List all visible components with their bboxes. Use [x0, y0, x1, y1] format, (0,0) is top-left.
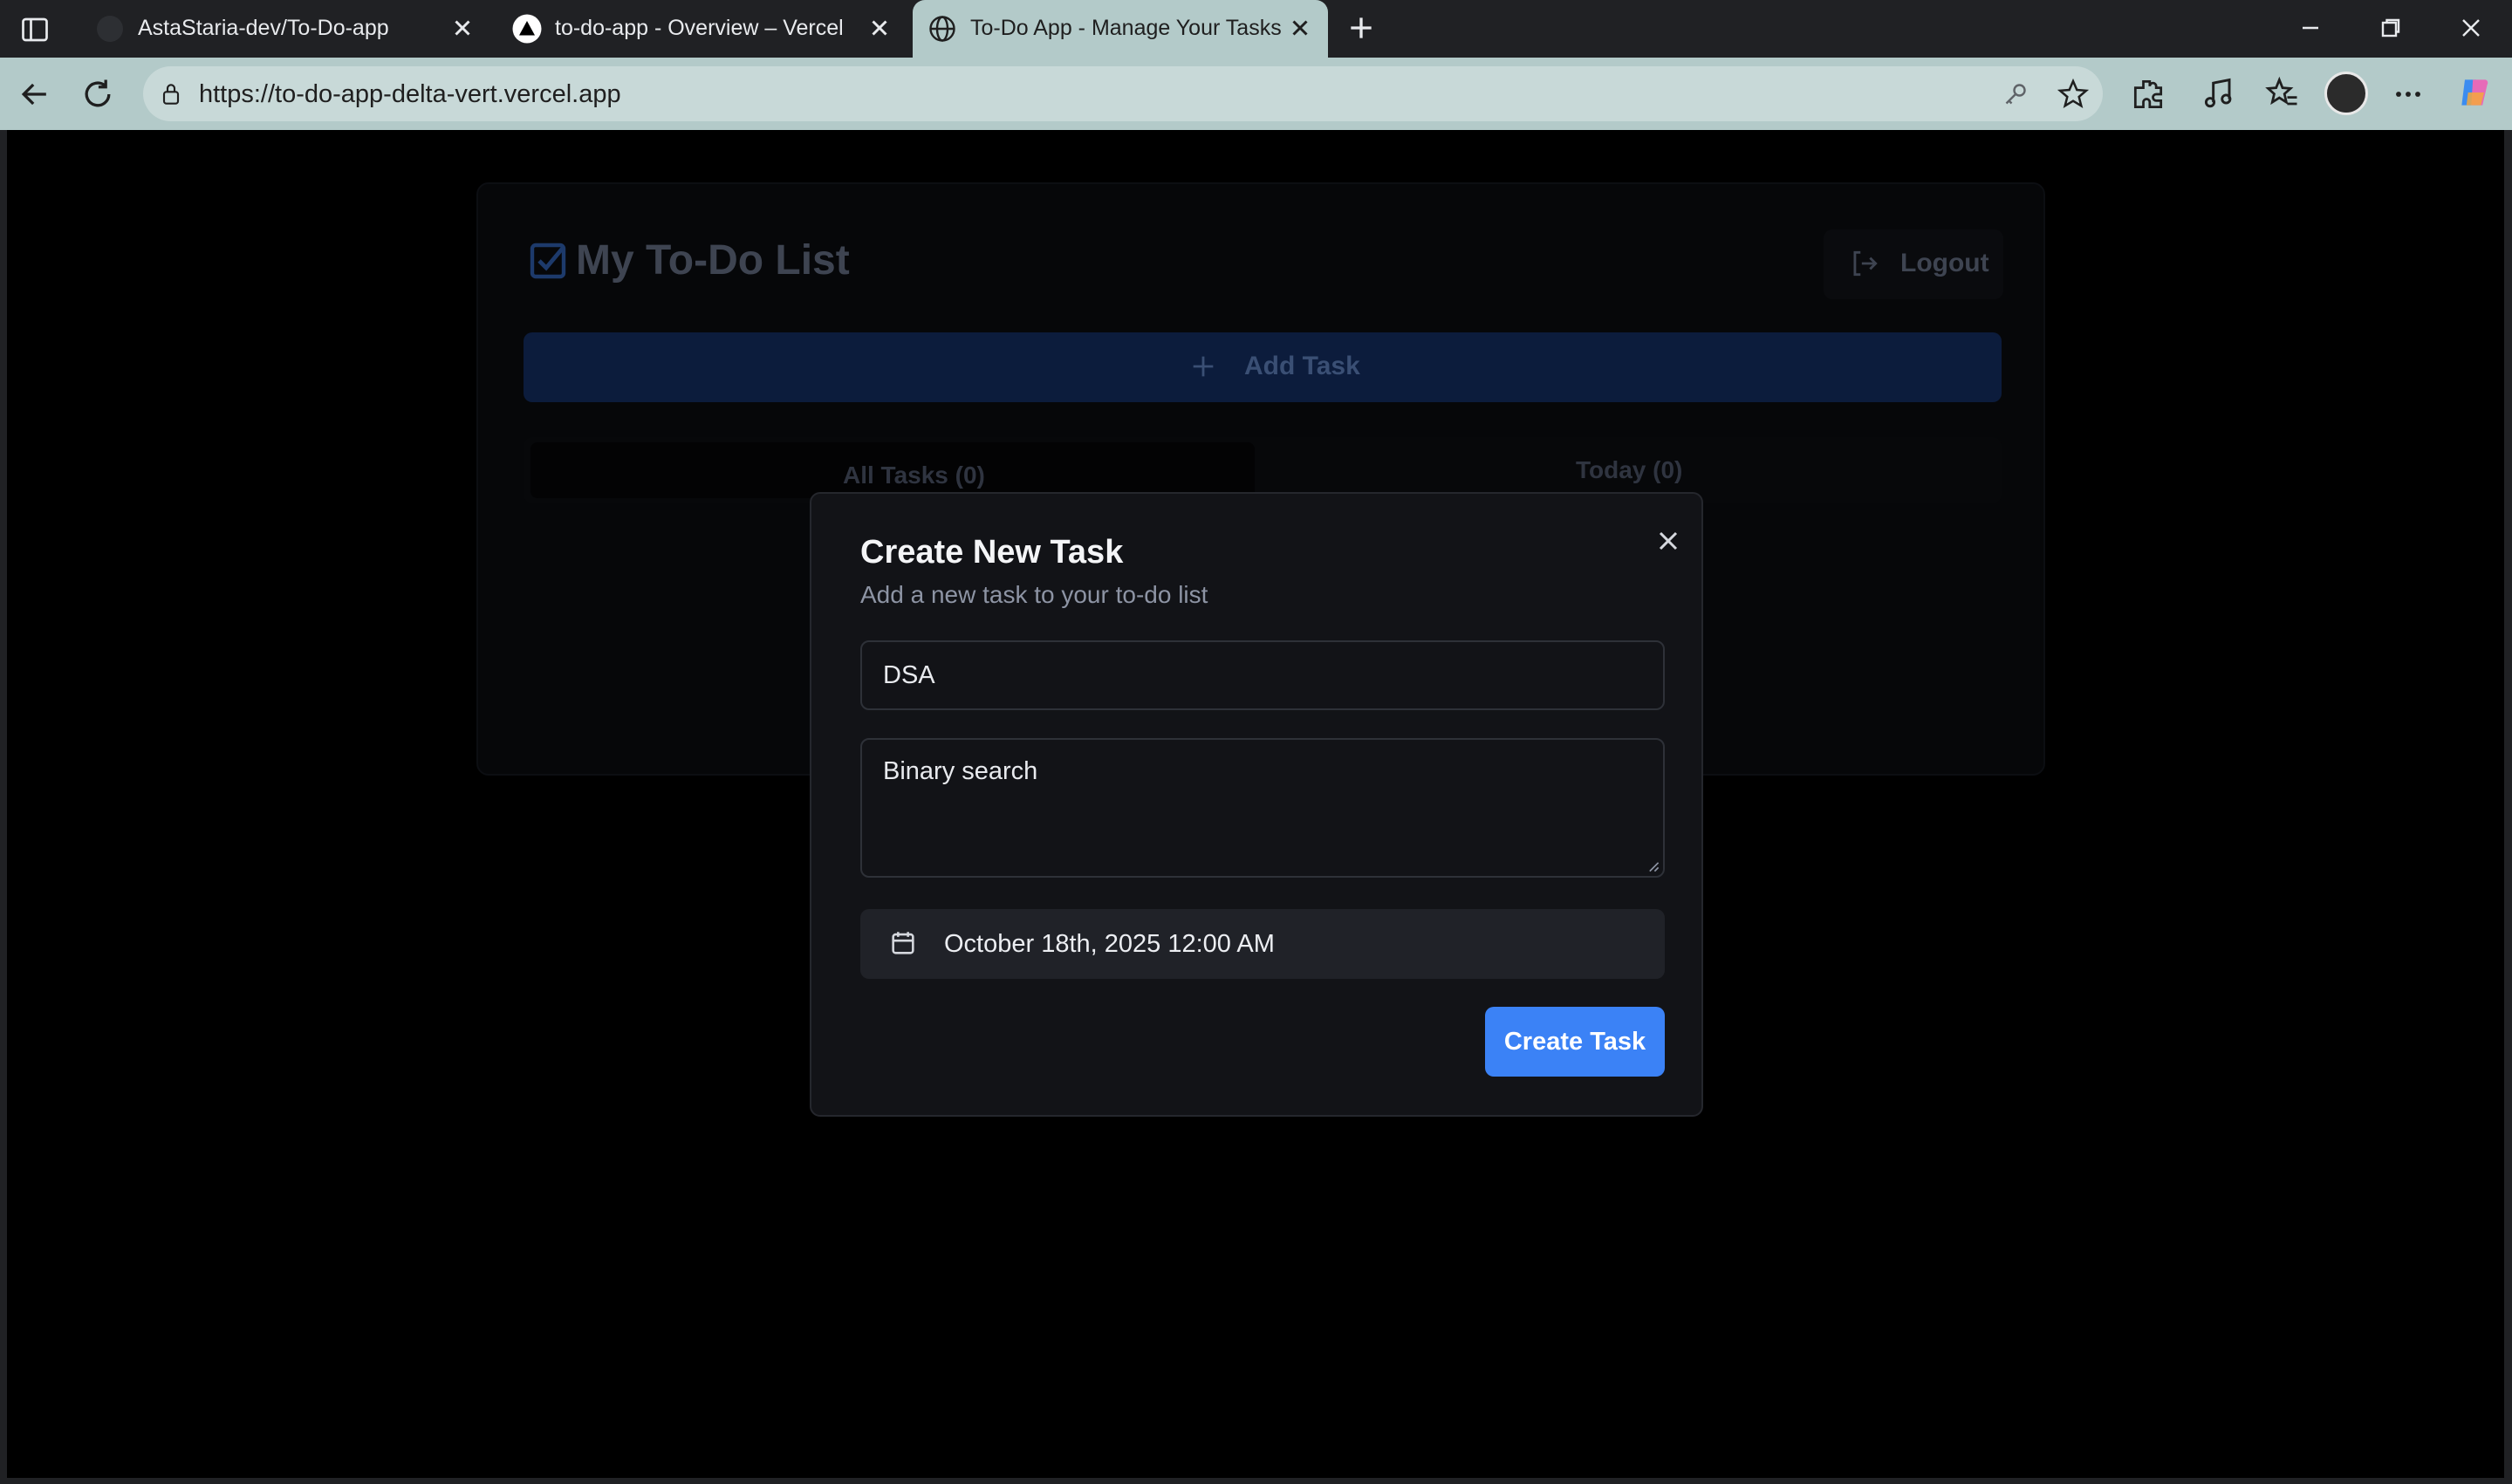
app-title: My To-Do List [576, 237, 850, 284]
create-task-dialog: Create New Task Add a new task to your t… [810, 492, 1703, 1117]
dialog-title: Create New Task [860, 534, 1124, 571]
globe-icon [929, 16, 955, 42]
new-tab-icon[interactable] [1344, 10, 1379, 45]
task-title-input[interactable] [862, 642, 1663, 708]
browser-tab-strip: AstaStaria-dev/To-Do-app to-do-app - Ove… [0, 0, 2512, 58]
tab-github[interactable]: AstaStaria-dev/To-Do-app [80, 0, 490, 58]
tab-title: to-do-app - Overview – Vercel [555, 16, 844, 40]
site-info-lock-icon[interactable] [157, 80, 185, 108]
close-tab-icon[interactable] [447, 12, 478, 44]
profile-avatar[interactable] [2324, 72, 2368, 115]
sidebar-toggle-icon[interactable] [19, 14, 51, 45]
due-date-label: October 18th, 2025 12:00 AM [944, 930, 1275, 958]
plus-icon [1193, 356, 1214, 377]
tab-title: To-Do App - Manage Your Tasks [970, 16, 1282, 40]
logout-label: Logout [1900, 249, 1989, 277]
calendar-icon [892, 932, 914, 954]
due-date-picker-button[interactable]: October 18th, 2025 12:00 AM [860, 909, 1665, 979]
media-control-icon[interactable] [2201, 75, 2239, 113]
close-tab-icon[interactable] [1284, 12, 1316, 44]
favorites-icon[interactable] [2263, 75, 2302, 113]
close-tab-icon[interactable] [864, 12, 895, 44]
task-description-input[interactable]: Binary search [862, 740, 1663, 876]
task-description-field[interactable]: Binary search [860, 738, 1665, 878]
tab-title: AstaStaria-dev/To-Do-app [138, 16, 389, 40]
browser-toolbar: https://to-do-app-delta-vert.vercel.app [0, 58, 2512, 130]
resize-grip-icon[interactable] [1647, 860, 1660, 872]
logout-icon [1853, 250, 1878, 277]
extensions-icon[interactable] [2129, 75, 2167, 113]
tab-all-tasks[interactable]: All Tasks (0) [530, 442, 1255, 498]
url-text: https://to-do-app-delta-vert.vercel.app [199, 80, 621, 108]
copilot-icon[interactable] [2455, 73, 2494, 112]
reload-icon[interactable] [79, 75, 117, 113]
close-window-icon[interactable] [2455, 12, 2487, 44]
add-task-button[interactable]: Add Task [524, 332, 2002, 402]
back-icon[interactable] [16, 75, 54, 113]
address-bar[interactable]: https://to-do-app-delta-vert.vercel.app [143, 66, 2103, 121]
checkbox-checked-icon [530, 243, 566, 279]
dialog-subtitle: Add a new task to your to-do list [860, 581, 1208, 608]
logout-button[interactable]: Logout [1824, 229, 2003, 299]
page-viewport: My To-Do List Logout Add Task All Tasks … [7, 130, 2504, 1478]
password-key-icon[interactable] [2000, 79, 2031, 110]
restore-icon[interactable] [2375, 12, 2406, 44]
favorite-star-icon[interactable] [2056, 77, 2091, 112]
vercel-icon [512, 14, 542, 44]
more-options-icon[interactable] [2389, 75, 2427, 113]
add-task-label: Add Task [1244, 352, 1360, 380]
github-icon [97, 16, 123, 42]
tab-all-tasks-label: All Tasks (0) [843, 462, 985, 489]
close-icon[interactable] [1653, 525, 1684, 557]
task-title-field[interactable] [860, 640, 1665, 710]
create-task-button[interactable]: Create Task [1485, 1007, 1665, 1077]
minimize-icon[interactable] [2295, 12, 2326, 44]
tab-todo-app[interactable]: To-Do App - Manage Your Tasks [913, 0, 1328, 58]
tab-vercel[interactable]: to-do-app - Overview – Vercel [497, 0, 907, 58]
tab-today-label[interactable]: Today (0) [1576, 456, 1682, 484]
